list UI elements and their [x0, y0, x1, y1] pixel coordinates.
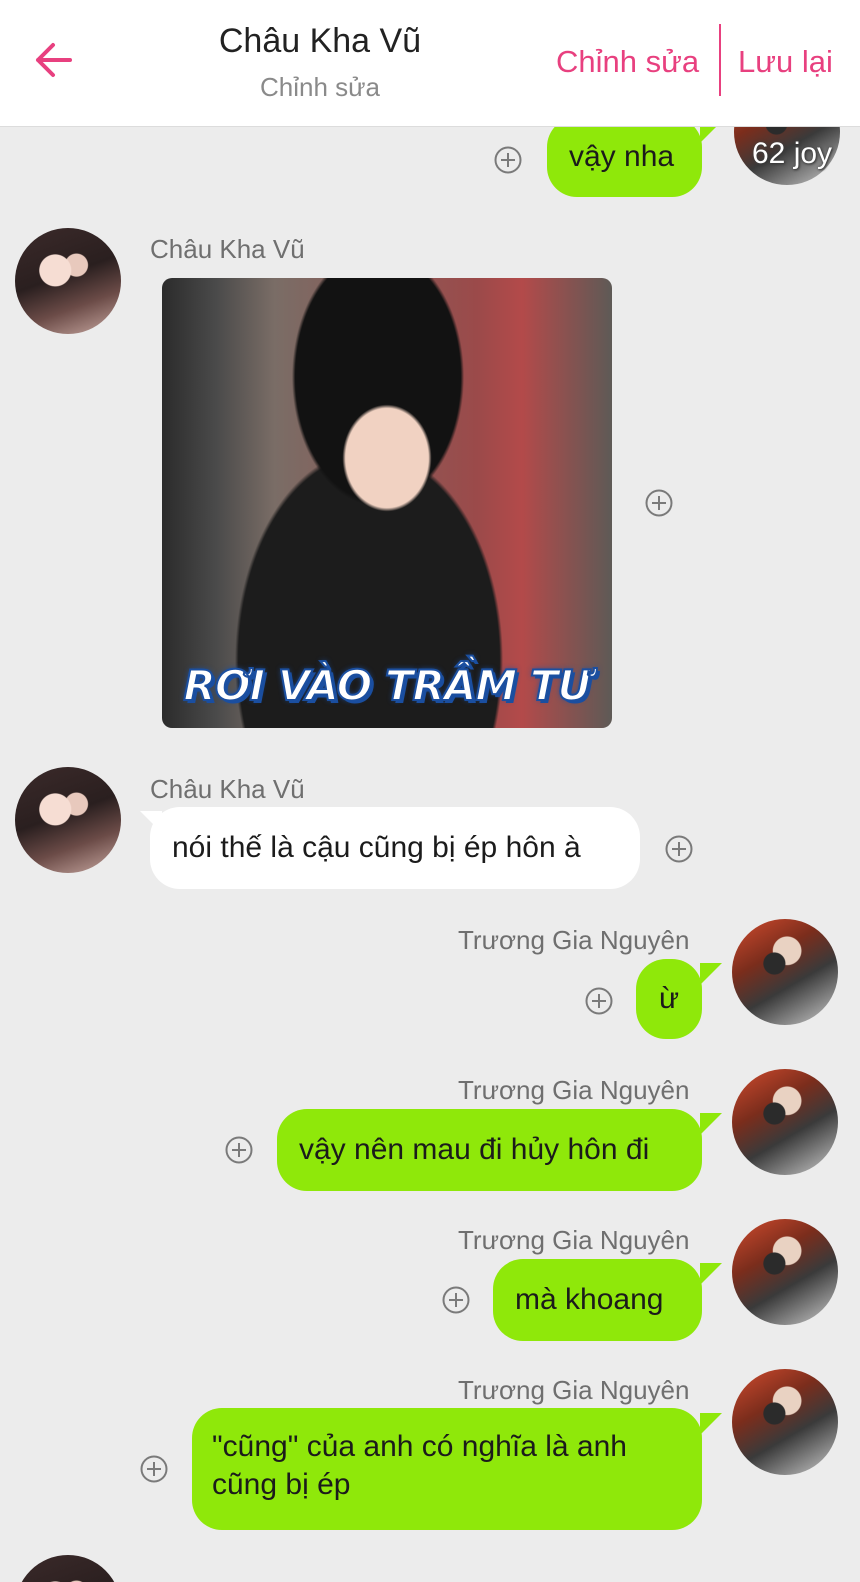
- react-button[interactable]: [493, 145, 523, 175]
- react-button[interactable]: [441, 1285, 471, 1315]
- avatar: [732, 1219, 838, 1325]
- message-text-line: cũng bị ép: [212, 1468, 351, 1501]
- edit-button[interactable]: Chỉnh sửa: [556, 44, 699, 80]
- react-button[interactable]: [584, 986, 614, 1016]
- watermark: 62 joy: [752, 137, 833, 170]
- bubble-tail: [700, 1413, 722, 1435]
- page-subtitle: Chỉnh sửa: [259, 72, 381, 102]
- avatar: [15, 228, 121, 334]
- avatar: [732, 1369, 838, 1475]
- message-text: vậy nha: [569, 140, 675, 173]
- plus-circle-icon: [225, 1136, 253, 1164]
- arrow-left-icon: [36, 43, 72, 77]
- message-bubble[interactable]: ừ: [636, 959, 702, 1039]
- sender-name: Trương Gia Nguyên: [458, 1225, 690, 1255]
- message-text-line: "cũng" của anh có nghĩa là anh: [212, 1430, 627, 1463]
- message-bubble[interactable]: "cũng" của anh có nghĩa là anh cũng bị é…: [192, 1408, 702, 1530]
- bubble-tail: [700, 963, 722, 985]
- message-text: vậy nên mau đi hủy hôn đi: [299, 1133, 650, 1166]
- bubble-tail: [700, 127, 722, 143]
- sender-name: Châu Kha Vũ: [150, 774, 305, 804]
- react-button[interactable]: [224, 1135, 254, 1165]
- chat-header: Châu Kha Vũ Chỉnh sửa Chỉnh sửa Lưu lại: [0, 0, 860, 127]
- avatar: [15, 767, 121, 873]
- back-button[interactable]: [28, 38, 78, 82]
- message-bubble[interactable]: vậy nha: [547, 127, 702, 197]
- avatar: [732, 1069, 838, 1175]
- bubble-tail: [700, 1113, 722, 1135]
- message-bubble[interactable]: mà khoang: [493, 1259, 702, 1341]
- react-button[interactable]: [664, 834, 694, 864]
- avatar: [15, 1555, 121, 1582]
- sticker-caption: RƠI VÀO TRẦM TƯ: [182, 660, 592, 711]
- plus-circle-icon: [665, 835, 693, 863]
- sender-name: Trương Gia Nguyên: [458, 925, 690, 955]
- chat-area[interactable]: 62 joy vậy nha Châu Kha Vũ RƠI VÀO TRẦM …: [0, 127, 860, 1582]
- sender-name: Trương Gia Nguyên: [458, 1075, 690, 1105]
- page-title: Châu Kha Vũ: [218, 22, 422, 60]
- message-bubble[interactable]: vậy nên mau đi hủy hôn đi: [277, 1109, 702, 1191]
- sender-name: Châu Kha Vũ: [150, 234, 305, 264]
- bubble-tail: [700, 1263, 722, 1285]
- header-divider: [719, 24, 721, 96]
- plus-circle-icon: [494, 146, 522, 174]
- message-bubble[interactable]: nói thế là cậu cũng bị ép hôn à: [150, 807, 640, 889]
- message-text: mà khoang: [515, 1283, 664, 1316]
- plus-circle-icon: [140, 1455, 168, 1483]
- sender-name: Trương Gia Nguyên: [458, 1375, 690, 1405]
- sticker-image[interactable]: RƠI VÀO TRẦM TƯ: [162, 278, 612, 728]
- react-button[interactable]: [644, 488, 674, 518]
- message-text: nói thế là cậu cũng bị ép hôn à: [172, 831, 581, 864]
- avatar: [732, 919, 838, 1025]
- plus-circle-icon: [442, 1286, 470, 1314]
- save-button[interactable]: Lưu lại: [738, 44, 833, 80]
- message-text: ừ: [658, 982, 680, 1015]
- plus-circle-icon: [585, 987, 613, 1015]
- react-button[interactable]: [139, 1454, 169, 1484]
- plus-circle-icon: [645, 489, 673, 517]
